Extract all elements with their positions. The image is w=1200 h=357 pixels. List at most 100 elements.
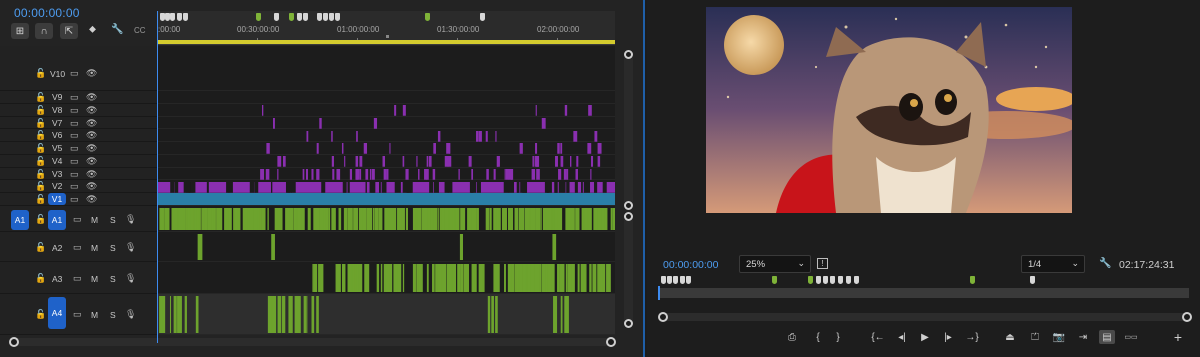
eye-icon[interactable]: 👁 bbox=[86, 156, 97, 167]
track-body-v9[interactable] bbox=[157, 91, 615, 104]
go-to-in-icon[interactable]: {← bbox=[870, 330, 886, 344]
timeline-ruler[interactable]: :00:00 00:30:00:00 01:00:00:00 01:30:00:… bbox=[157, 11, 615, 45]
sync-lock-icon[interactable]: ▭ bbox=[70, 68, 79, 79]
video-tracks-scrollbar[interactable] bbox=[624, 50, 633, 210]
sync-lock-icon[interactable]: ▭ bbox=[70, 92, 79, 103]
solo-button[interactable]: S bbox=[110, 215, 116, 225]
marker[interactable] bbox=[823, 276, 828, 284]
insert-icon[interactable]: ⇥ bbox=[1075, 330, 1091, 344]
sync-lock-icon[interactable]: ▭ bbox=[73, 214, 82, 225]
track-name[interactable]: A4 bbox=[48, 297, 66, 329]
mini-timeline-track[interactable] bbox=[658, 288, 1189, 298]
marker[interactable] bbox=[673, 276, 678, 284]
lock-icon[interactable]: 🔓 bbox=[35, 156, 46, 167]
marker[interactable] bbox=[177, 13, 182, 21]
work-area-bar[interactable] bbox=[157, 40, 615, 44]
track-body-a2[interactable] bbox=[157, 232, 615, 262]
lock-icon[interactable]: 🔓 bbox=[35, 68, 46, 79]
eye-icon[interactable]: 👁 bbox=[86, 92, 97, 103]
sync-lock-icon[interactable]: ▭ bbox=[73, 309, 82, 320]
lock-icon[interactable]: 🔓 bbox=[35, 92, 46, 103]
step-back-icon[interactable]: ◂| bbox=[894, 330, 910, 344]
mute-button[interactable]: M bbox=[91, 274, 98, 284]
sync-lock-icon[interactable]: ▭ bbox=[70, 118, 79, 129]
solo-button[interactable]: S bbox=[110, 274, 116, 284]
monitor-playhead[interactable] bbox=[658, 286, 660, 300]
sync-lock-icon[interactable]: ▭ bbox=[70, 105, 79, 116]
track-body-v5[interactable] bbox=[157, 142, 615, 155]
track-body-v3[interactable] bbox=[157, 167, 615, 181]
monitor-zoom-scrollbar[interactable] bbox=[658, 312, 1192, 322]
marker[interactable] bbox=[425, 13, 430, 21]
step-forward-icon[interactable]: |▸ bbox=[940, 330, 956, 344]
track-name[interactable]: V1 bbox=[48, 193, 66, 205]
solo-button[interactable]: S bbox=[110, 243, 116, 253]
settings-wrench-icon[interactable]: 🔧 bbox=[111, 24, 123, 35]
lock-icon[interactable]: 🔓 bbox=[35, 181, 46, 192]
marker[interactable] bbox=[816, 276, 821, 284]
timeline-playhead[interactable] bbox=[157, 11, 158, 343]
audio-tracks-scrollbar[interactable] bbox=[624, 212, 633, 328]
mute-button[interactable]: M bbox=[91, 243, 98, 253]
marker[interactable] bbox=[256, 13, 261, 21]
lock-icon[interactable]: 🔓 bbox=[35, 309, 46, 320]
marker[interactable] bbox=[335, 13, 340, 21]
eye-icon[interactable]: 👁 bbox=[86, 143, 97, 154]
marker[interactable] bbox=[970, 276, 975, 284]
marker[interactable] bbox=[323, 13, 328, 21]
marker[interactable] bbox=[686, 276, 691, 284]
lock-icon[interactable]: 🔓 bbox=[35, 169, 46, 180]
mute-button[interactable]: M bbox=[91, 310, 98, 320]
mark-out-icon[interactable]: } bbox=[830, 330, 846, 344]
scroll-handle[interactable] bbox=[1182, 312, 1192, 322]
lock-icon[interactable]: 🔓 bbox=[35, 118, 46, 129]
marker[interactable] bbox=[1030, 276, 1035, 284]
track-body-v4[interactable] bbox=[157, 154, 615, 168]
track-body-a3[interactable] bbox=[157, 262, 615, 294]
zoom-level-dropdown[interactable]: 25% ⌄ bbox=[739, 255, 811, 273]
extract-icon[interactable]: ⏍ bbox=[1027, 330, 1043, 344]
lock-icon[interactable]: 🔓 bbox=[35, 143, 46, 154]
timeline-timecode[interactable]: 00:00:00:00 bbox=[14, 6, 80, 20]
scroll-handle[interactable] bbox=[624, 319, 633, 328]
monitor-mini-timeline[interactable] bbox=[658, 276, 1189, 300]
safe-margins-icon[interactable]: ! bbox=[817, 258, 828, 269]
sync-lock-icon[interactable]: ▭ bbox=[70, 143, 79, 154]
microphone-icon[interactable]: 🎙 bbox=[125, 273, 136, 284]
eye-icon[interactable]: 👁 bbox=[86, 105, 97, 116]
scroll-handle[interactable] bbox=[624, 201, 633, 210]
sync-lock-icon[interactable]: ▭ bbox=[70, 130, 79, 141]
marker[interactable] bbox=[170, 13, 175, 21]
eye-icon[interactable]: 👁 bbox=[86, 118, 97, 129]
marker[interactable] bbox=[289, 13, 294, 21]
play-icon[interactable]: ▶ bbox=[917, 330, 933, 344]
scroll-handle[interactable] bbox=[624, 50, 633, 59]
track-body-a4[interactable] bbox=[157, 294, 615, 335]
marker[interactable] bbox=[329, 13, 334, 21]
track-body-a1[interactable] bbox=[157, 206, 618, 232]
mute-button[interactable]: M bbox=[91, 215, 98, 225]
track-body-v7[interactable] bbox=[157, 116, 615, 130]
resolution-dropdown[interactable]: 1/4 ⌄ bbox=[1021, 255, 1085, 273]
sync-lock-icon[interactable]: ▭ bbox=[73, 273, 82, 284]
comparison-view-icon[interactable]: ▭▭ bbox=[1123, 330, 1139, 344]
marker[interactable] bbox=[772, 276, 777, 284]
marker[interactable] bbox=[838, 276, 843, 284]
marker[interactable] bbox=[480, 13, 485, 21]
marker[interactable] bbox=[317, 13, 322, 21]
sync-lock-icon[interactable]: ▭ bbox=[70, 181, 79, 192]
camera-icon[interactable]: 📷 bbox=[1051, 330, 1067, 344]
marker[interactable] bbox=[183, 13, 188, 21]
lock-icon[interactable]: 🔓 bbox=[35, 194, 46, 205]
lock-icon[interactable]: 🔓 bbox=[35, 105, 46, 116]
go-to-out-icon[interactable]: →} bbox=[964, 330, 980, 344]
marker[interactable] bbox=[854, 276, 859, 284]
track-body-v6[interactable] bbox=[157, 129, 615, 142]
lift-icon[interactable]: ⏏ bbox=[1002, 330, 1018, 344]
microphone-icon[interactable]: 🎙 bbox=[125, 242, 136, 253]
microphone-icon[interactable]: 🎙 bbox=[125, 214, 136, 225]
add-marker-icon[interactable]: ⬥ bbox=[89, 24, 96, 35]
lock-icon[interactable]: 🔓 bbox=[35, 214, 46, 225]
timeline-zoom-scrollbar[interactable] bbox=[9, 337, 616, 347]
scroll-handle[interactable] bbox=[624, 212, 633, 221]
